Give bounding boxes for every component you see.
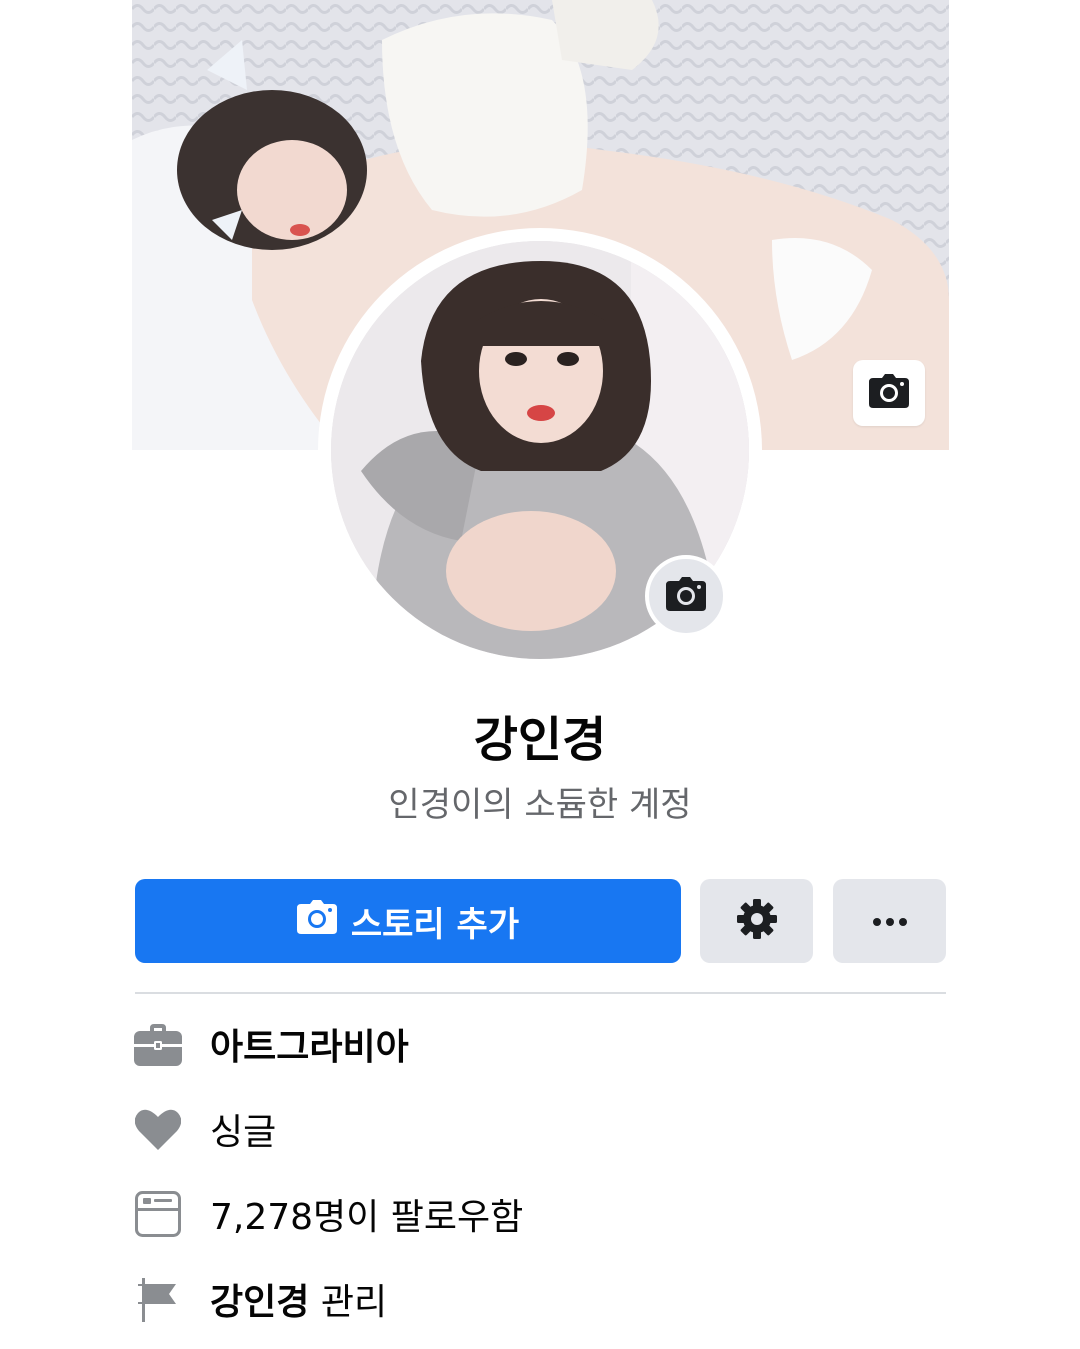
info-row-manage[interactable]: 강인경 관리 <box>132 1269 952 1329</box>
manage-suffix: 관리 <box>320 1282 388 1323</box>
more-options-button[interactable] <box>833 879 946 963</box>
info-row-work: 아트그라비아 <box>132 1014 952 1074</box>
gear-icon <box>736 899 777 943</box>
camera-icon <box>869 374 909 412</box>
followers-feed-icon <box>132 1188 184 1240</box>
camera-icon <box>296 899 337 943</box>
info-row-followers[interactable]: 7,278명이 팔로우함 <box>132 1184 952 1244</box>
more-dots-icon <box>872 912 908 931</box>
add-story-button[interactable]: 스토리 추가 <box>135 879 681 963</box>
add-story-label: 스토리 추가 <box>350 904 520 945</box>
edit-cover-camera-button[interactable] <box>853 360 925 426</box>
info-row-relationship: 싱글 <box>132 1099 952 1159</box>
edit-avatar-camera-button[interactable] <box>645 555 727 637</box>
profile-bio: 인경이의 소듐한 계정 <box>388 785 692 825</box>
divider <box>135 992 946 994</box>
relationship-text: 싱글 <box>210 1112 277 1153</box>
profile-name: 강인경 <box>473 712 607 768</box>
manage-name: 강인경 <box>210 1282 310 1323</box>
flag-icon <box>132 1273 184 1325</box>
settings-button[interactable] <box>700 879 813 963</box>
manage-text: 강인경 관리 <box>210 1273 387 1325</box>
work-text: 아트그라비아 <box>210 1027 409 1068</box>
heart-icon <box>132 1103 184 1155</box>
briefcase-icon <box>132 1018 184 1070</box>
followers-text: 7,278명이 팔로우함 <box>210 1197 524 1238</box>
camera-icon <box>666 577 706 615</box>
